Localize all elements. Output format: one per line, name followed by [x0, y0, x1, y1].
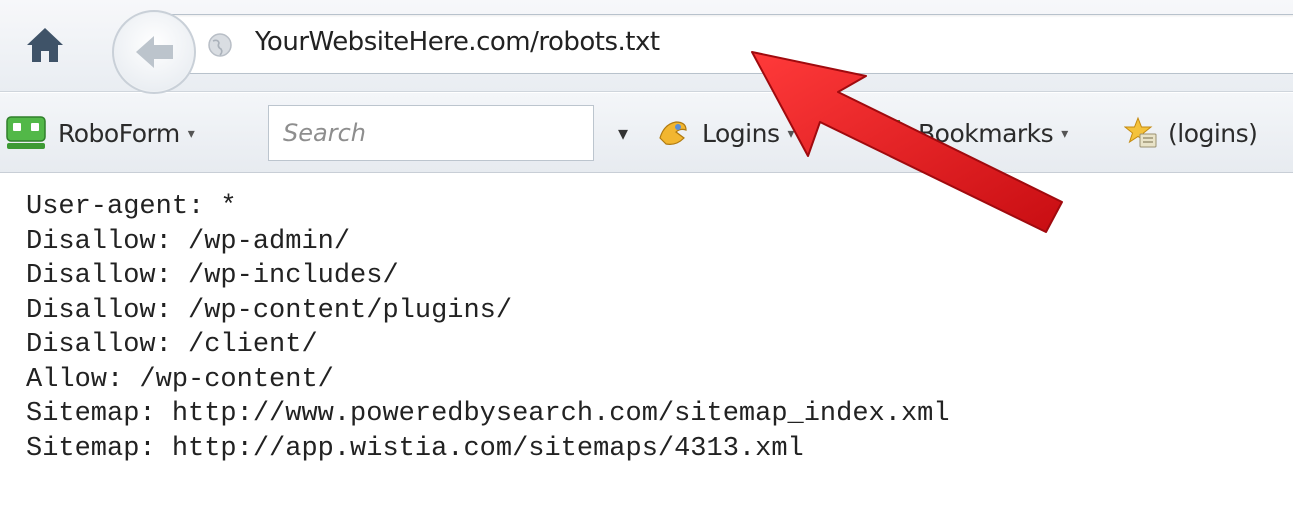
search-input[interactable] [269, 106, 593, 160]
logins-menu[interactable]: Logins ▾ [656, 93, 795, 173]
roboform-icon [6, 116, 46, 150]
robots-line: Disallow: /client/ [26, 330, 318, 360]
robots-line: Allow: /wp-content/ [26, 364, 334, 395]
bookmark-icon [880, 116, 906, 150]
robots-line: Disallow: /wp-admin/ [26, 226, 351, 257]
robots-txt-content: User-agent: * Disallow: /wp-admin/ Disal… [26, 190, 950, 466]
bookmarks-menu[interactable]: Bookmarks ▾ [880, 93, 1068, 173]
robots-line: User-agent: * [26, 192, 237, 222]
chevron-down-icon: ▾ [187, 124, 195, 141]
robots-line: Disallow: /wp-content/plugins/ [26, 295, 513, 326]
bookmarks-label: Bookmarks [918, 118, 1054, 148]
star-folder-icon [1123, 116, 1158, 150]
search-dropdown[interactable]: ▾ [618, 93, 628, 173]
robots-line: Sitemap: http://www.poweredbysearch.com/… [26, 399, 950, 429]
logins-label: Logins [702, 118, 780, 148]
back-arrow-icon [136, 36, 173, 68]
robots-line: Sitemap: http://app.wistia.com/sitemaps/… [26, 433, 804, 464]
roboform-label: RoboForm [58, 118, 180, 148]
chevron-down-icon: ▾ [1061, 124, 1069, 141]
logins-icon [656, 116, 690, 150]
navigation-bar: YourWebsiteHere.com/robots.txt [0, 0, 1293, 94]
back-button[interactable] [112, 10, 196, 94]
robots-line: Disallow: /wp-includes/ [26, 261, 399, 291]
url-text[interactable]: YourWebsiteHere.com/robots.txt [255, 27, 660, 57]
home-icon[interactable] [22, 22, 68, 68]
chevron-down-icon: ▾ [787, 124, 795, 141]
logins-folder-label: (logins) [1168, 118, 1258, 148]
address-bar[interactable]: YourWebsiteHere.com/robots.txt [170, 14, 1293, 74]
bookmarks-toolbar: RoboForm ▾ ▾ Logins ▾ Bookmarks ▾ [0, 93, 1293, 173]
logins-folder[interactable]: (logins) [1123, 93, 1258, 173]
globe-icon [207, 32, 233, 58]
roboform-menu[interactable]: RoboForm ▾ [6, 93, 195, 173]
chevron-down-icon: ▾ [618, 122, 629, 145]
search-field[interactable] [268, 105, 594, 161]
